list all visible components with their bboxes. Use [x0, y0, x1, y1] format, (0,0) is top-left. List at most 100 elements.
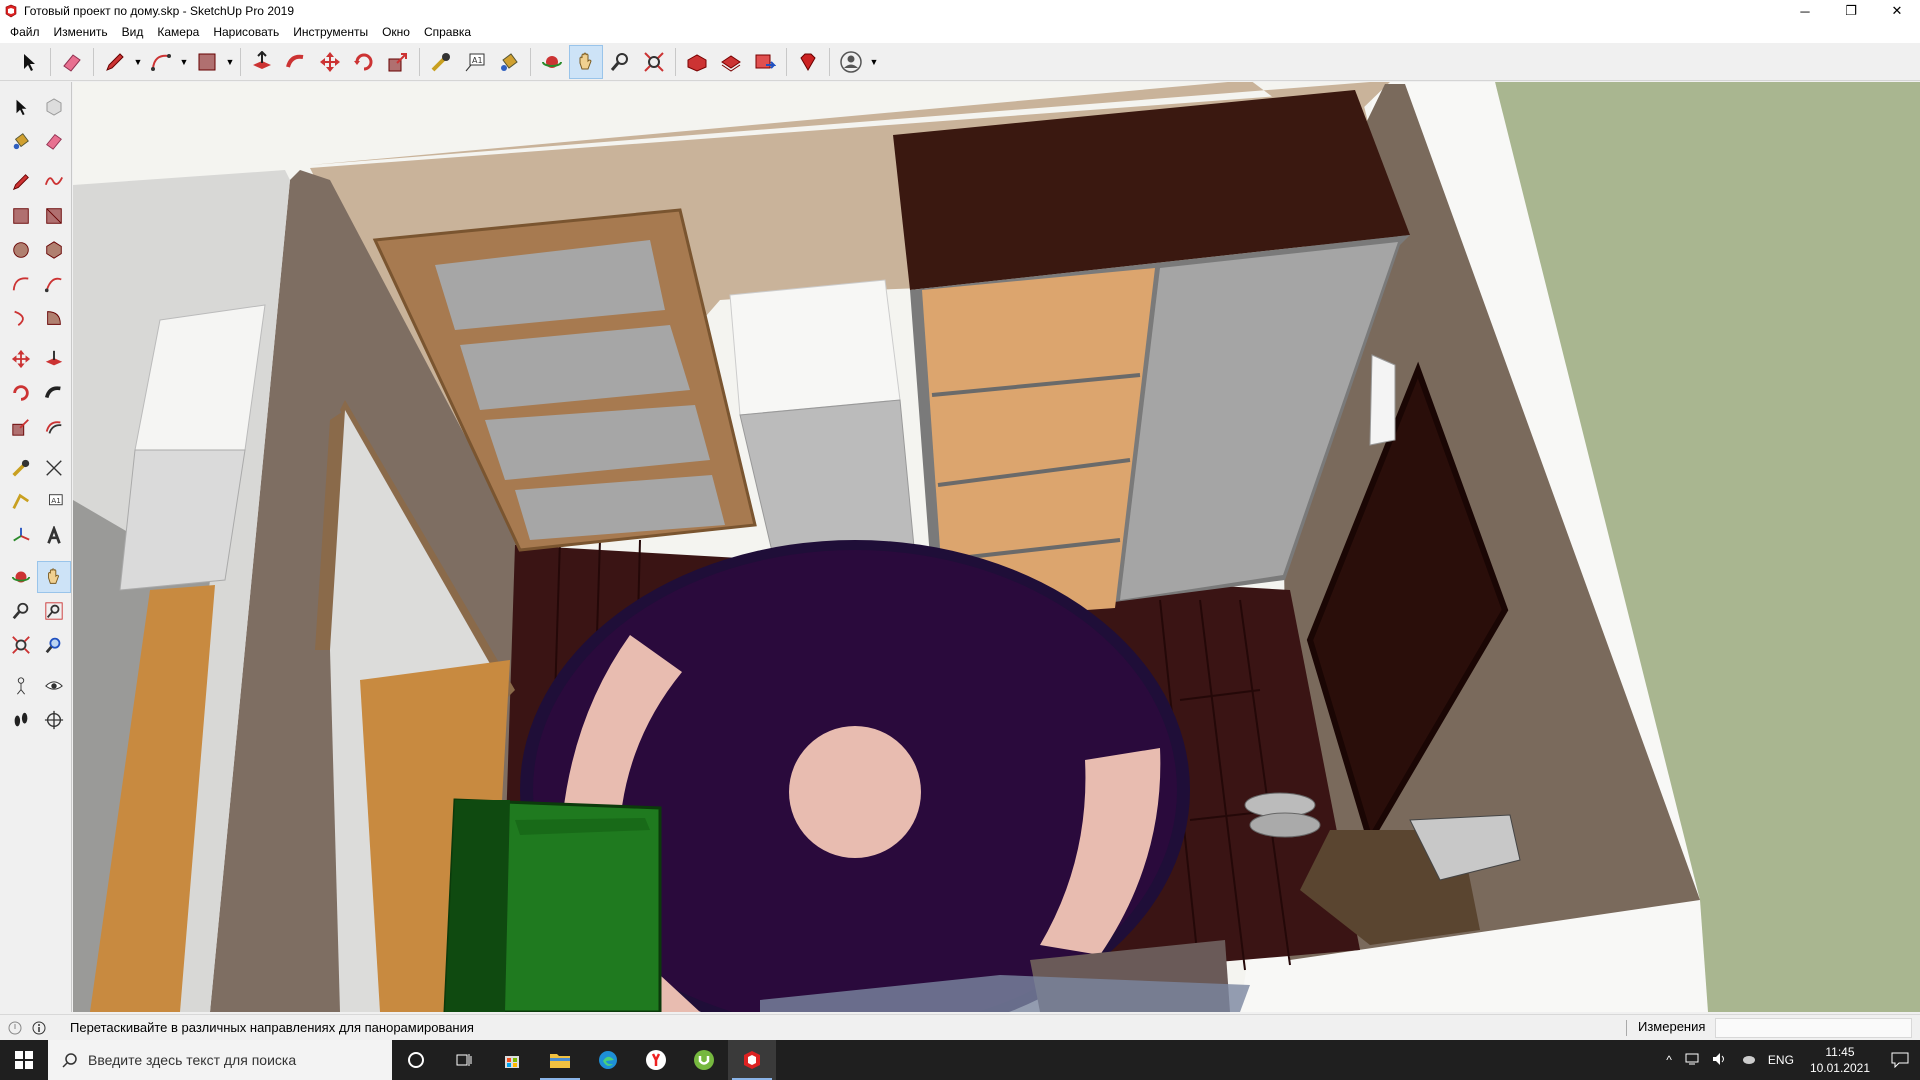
file-explorer-button[interactable]	[536, 1040, 584, 1080]
menu-tools[interactable]: Инструменты	[286, 22, 375, 43]
left-scale-tool[interactable]	[4, 411, 38, 443]
rectangle-tool-dropdown[interactable]: ▼	[224, 45, 236, 79]
tape-measure-tool-button[interactable]	[424, 45, 458, 79]
warehouse-icon	[687, 53, 707, 72]
left-look-around-tool[interactable]	[38, 670, 72, 702]
line-tool-dropdown[interactable]: ▼	[132, 45, 144, 79]
sketchup-taskbar-button[interactable]	[728, 1040, 776, 1080]
yandex-browser-button[interactable]	[632, 1040, 680, 1080]
weather-icon[interactable]	[1734, 1052, 1762, 1069]
follow-me-tool-button[interactable]	[279, 45, 313, 79]
cortana-button[interactable]	[392, 1040, 440, 1080]
volume-icon[interactable]	[1706, 1052, 1734, 1069]
left-pan-tool[interactable]	[37, 561, 71, 593]
left-zoom-window-tool[interactable]	[38, 595, 72, 627]
left-offset-tool[interactable]	[38, 411, 72, 443]
menu-draw[interactable]: Нарисовать	[206, 22, 286, 43]
left-line-tool[interactable]	[4, 166, 38, 198]
left-walk-tool[interactable]	[4, 704, 38, 736]
left-eraser-tool[interactable]	[38, 125, 72, 157]
left-dimension-tool[interactable]	[38, 452, 72, 484]
left-follow-me-tool[interactable]	[38, 377, 72, 409]
scale-tool-button[interactable]	[381, 45, 415, 79]
push-pull-tool-button[interactable]	[245, 45, 279, 79]
rectangle-tool-button[interactable]	[190, 45, 224, 79]
notification-center-button[interactable]	[1880, 1040, 1920, 1080]
left-component-tool[interactable]	[38, 91, 72, 123]
geo-location-icon[interactable]	[6, 1019, 24, 1037]
taskbar-search-box[interactable]: Введите здесь текст для поиска	[48, 1040, 392, 1080]
tray-overflow-chevron-icon[interactable]: ^	[1660, 1053, 1678, 1067]
network-icon[interactable]	[1678, 1052, 1706, 1069]
left-rotate-tool[interactable]	[4, 377, 38, 409]
edge-browser-button[interactable]	[584, 1040, 632, 1080]
extension-warehouse-button[interactable]	[714, 45, 748, 79]
left-section-plane-tool[interactable]	[38, 704, 72, 736]
pan-tool-button[interactable]	[569, 44, 603, 79]
menu-camera[interactable]: Камера	[150, 22, 206, 43]
left-rotated-rectangle-tool[interactable]	[38, 200, 72, 232]
task-view-button[interactable]	[440, 1040, 488, 1080]
left-select-tool[interactable]	[4, 91, 38, 123]
eraser-tool-button[interactable]	[55, 45, 89, 79]
left-paint-tool[interactable]	[4, 125, 38, 157]
clock[interactable]: 11:45 10.01.2021	[1800, 1044, 1880, 1076]
input-language[interactable]: ENG	[1762, 1053, 1800, 1067]
move-tool-button[interactable]	[313, 45, 347, 79]
microsoft-store-button[interactable]	[488, 1040, 536, 1080]
left-previous-view-tool[interactable]	[38, 629, 72, 661]
layout-send-button[interactable]	[748, 45, 782, 79]
left-2point-arc-tool[interactable]	[38, 268, 72, 300]
measurements-input[interactable]	[1715, 1018, 1912, 1038]
minimize-button[interactable]: ─	[1782, 0, 1828, 22]
select-tool-button[interactable]	[12, 45, 46, 79]
extension-manager-button[interactable]	[791, 45, 825, 79]
left-tape-measure-tool[interactable]	[4, 452, 38, 484]
model-viewport[interactable]	[73, 82, 1920, 1012]
left-axes-tool[interactable]	[4, 520, 38, 552]
left-3point-arc-tool[interactable]	[4, 302, 38, 334]
svg-text:A1: A1	[472, 56, 483, 65]
left-3d-text-tool[interactable]	[38, 520, 72, 552]
left-rectangle-tool[interactable]	[4, 200, 38, 232]
left-circle-tool[interactable]	[4, 234, 38, 266]
utorrent-button[interactable]	[680, 1040, 728, 1080]
text-tool-button[interactable]: A1	[458, 45, 492, 79]
rug-center-circle	[789, 726, 921, 858]
left-text-tool[interactable]: A1	[38, 486, 72, 518]
search-icon	[62, 1053, 77, 1068]
left-move-tool[interactable]	[4, 343, 38, 375]
left-arc-tool[interactable]	[4, 268, 38, 300]
left-freehand-tool[interactable]	[38, 166, 72, 198]
zoom-tool-button[interactable]	[603, 45, 637, 79]
left-polygon-tool[interactable]	[38, 234, 72, 266]
menu-view[interactable]: Вид	[115, 22, 151, 43]
menu-help[interactable]: Справка	[417, 22, 478, 43]
arc-tool-dropdown[interactable]: ▼	[178, 45, 190, 79]
left-zoom-extents-tool[interactable]	[4, 629, 38, 661]
zoom-extents-tool-button[interactable]	[637, 45, 671, 79]
orbit-tool-button[interactable]	[535, 45, 569, 79]
close-button[interactable]: ✕	[1874, 0, 1920, 22]
left-position-camera-tool[interactable]	[4, 670, 38, 702]
menu-edit[interactable]: Изменить	[47, 22, 115, 43]
rotate-tool-button[interactable]	[347, 45, 381, 79]
left-orbit-tool[interactable]	[4, 561, 37, 593]
left-pie-tool[interactable]	[38, 302, 72, 334]
left-zoom-tool[interactable]	[4, 595, 38, 627]
line-tool-button[interactable]	[98, 45, 132, 79]
start-button[interactable]	[0, 1040, 48, 1080]
toolbar-separator	[786, 47, 787, 76]
maximize-button[interactable]: ❐	[1828, 0, 1874, 22]
left-push-pull-tool[interactable]	[38, 343, 72, 375]
account-button[interactable]	[834, 45, 868, 79]
menu-window[interactable]: Окно	[375, 22, 417, 43]
left-protractor-tool[interactable]	[4, 486, 38, 518]
svg-text:A1: A1	[52, 496, 62, 505]
paint-bucket-tool-button[interactable]	[492, 45, 526, 79]
3d-warehouse-button[interactable]	[680, 45, 714, 79]
account-dropdown[interactable]: ▼	[868, 45, 880, 79]
arc-tool-button[interactable]	[144, 45, 178, 79]
menu-file[interactable]: Файл	[3, 22, 47, 43]
info-icon[interactable]	[30, 1019, 48, 1037]
